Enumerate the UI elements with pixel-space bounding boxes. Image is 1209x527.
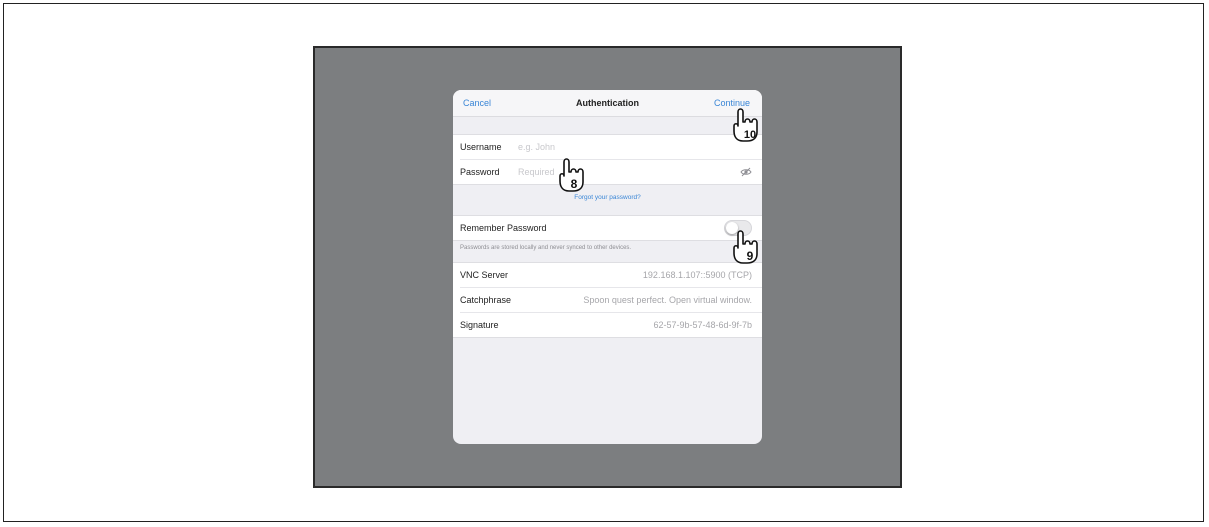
remember-row: Remember Password bbox=[460, 216, 762, 240]
remember-note: Passwords are stored locally and never s… bbox=[460, 245, 632, 251]
callout-10-number: 10 bbox=[744, 129, 756, 141]
forgot-password-link[interactable]: Forgot your password? bbox=[453, 194, 762, 201]
catchphrase-row: Catchphrase Spoon quest perfect. Open vi… bbox=[460, 288, 762, 313]
eye-slash-icon[interactable] bbox=[740, 166, 752, 178]
pointing-hand-icon: 8 bbox=[559, 158, 584, 192]
authentication-dialog: Cancel Authentication Continue Username … bbox=[453, 90, 762, 444]
password-label: Password bbox=[460, 167, 500, 177]
remember-label: Remember Password bbox=[460, 223, 547, 233]
callout-8-number: 8 bbox=[571, 177, 578, 191]
credentials-group: Username e.g. John Password Required bbox=[453, 134, 762, 185]
remember-group: Remember Password bbox=[453, 215, 762, 241]
vnc-server-value: 192.168.1.107::5900 (TCP) bbox=[642, 270, 752, 280]
vnc-server-row: VNC Server 192.168.1.107::5900 (TCP) bbox=[460, 263, 762, 288]
catchphrase-value: Spoon quest perfect. Open virtual window… bbox=[583, 295, 752, 305]
password-field[interactable]: Required bbox=[518, 167, 555, 177]
callout-9-number: 9 bbox=[747, 249, 754, 263]
signature-row: Signature 62-57-9b-57-48-6d-9f-7b bbox=[460, 313, 762, 337]
username-field[interactable]: e.g. John bbox=[518, 142, 555, 152]
username-row[interactable]: Username e.g. John bbox=[460, 135, 762, 160]
pointing-hand-icon: 10 bbox=[733, 108, 758, 142]
server-info-group: VNC Server 192.168.1.107::5900 (TCP) Cat… bbox=[453, 262, 762, 338]
vnc-server-label: VNC Server bbox=[460, 270, 509, 280]
signature-value: 62-57-9b-57-48-6d-9f-7b bbox=[653, 320, 752, 330]
catchphrase-label: Catchphrase bbox=[460, 295, 512, 305]
signature-label: Signature bbox=[460, 320, 499, 330]
pointing-hand-icon: 9 bbox=[733, 230, 758, 264]
nav-bar: Cancel Authentication Continue bbox=[453, 90, 762, 117]
password-row[interactable]: Password Required bbox=[460, 160, 762, 184]
username-label: Username bbox=[460, 142, 502, 152]
